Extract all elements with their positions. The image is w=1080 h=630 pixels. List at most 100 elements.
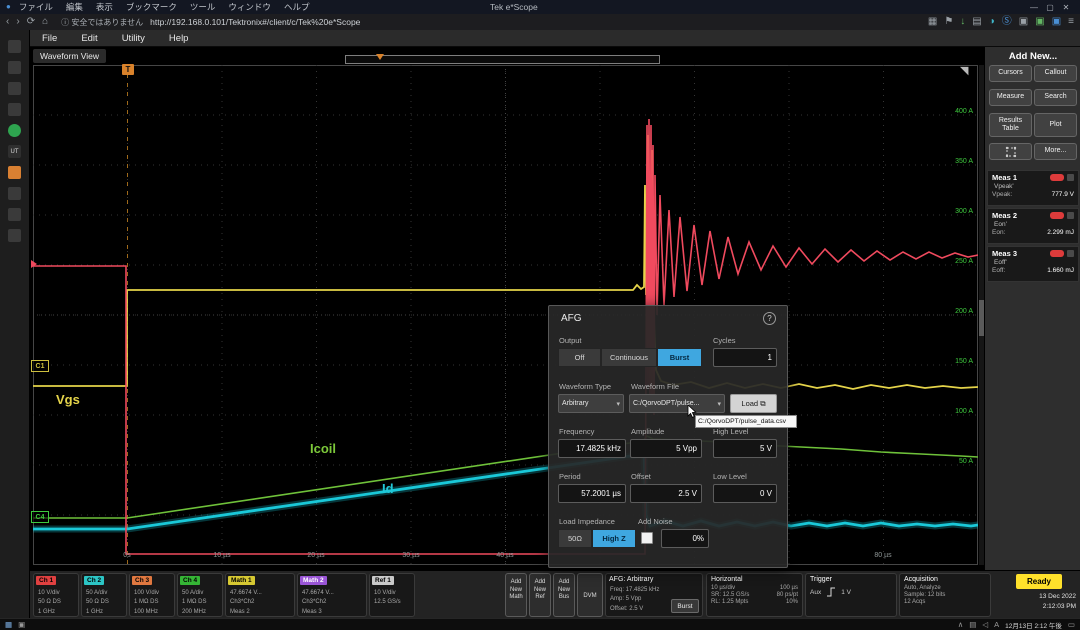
output-off-button[interactable]: Off [558,348,601,367]
scope-menu-help[interactable]: Help [169,33,189,44]
amplitude-input[interactable]: 5 Vpp [630,439,702,458]
apps-grid-icon[interactable]: ▦ [928,17,937,27]
panel-icon[interactable] [8,187,21,200]
results-table-button[interactable]: Results Table [989,113,1032,137]
afg-badge[interactable]: AFG: Arbitrary Freq: 17.4825 kHzAmp: 5 V… [605,573,703,617]
panel-icon[interactable] [8,229,21,242]
afg-burst-button[interactable]: Burst [671,599,699,613]
impedance-50ohm-button[interactable]: 50Ω [558,529,592,548]
meas3-badge[interactable]: Meas 3 Eoff' Eoff:1.660 mJ [987,246,1079,282]
math1-badge[interactable]: Math 1 47.6674 V...Ch3*Ch2Meas 2 [225,573,295,617]
meas1-badge[interactable]: Meas 1 Vpeak' Vpeak:777.9 V [987,170,1079,206]
add-noise-checkbox[interactable] [641,532,653,544]
address-bar[interactable]: http://192.168.0.101/Tektronix#/client/c… [150,17,360,27]
back-icon[interactable]: ‹ [6,17,9,27]
ch4-badge[interactable]: Ch 4 50 A/div1 MΩ DS200 MHz [177,573,223,617]
cycles-input[interactable]: 1 [713,348,777,367]
start-icon[interactable]: ▦ [5,621,12,629]
menu-edit-jp[interactable]: 編集 [66,1,83,13]
acquisition-badge[interactable]: Acquisition Auto, Analyze Sample: 12 bit… [899,573,991,617]
high-level-input[interactable]: 5 V [713,439,777,458]
scope-menu-file[interactable]: File [42,33,57,44]
panel-icon[interactable] [8,103,21,116]
meas2-badge[interactable]: Meas 2 Eon' Eon:2.299 mJ [987,208,1079,244]
impedance-highz-button[interactable]: High Z [592,529,636,548]
ch1-badge[interactable]: Ch 1 10 V/div50 Ω DS1 GHz [33,573,79,617]
volume-icon[interactable]: ◁ [982,621,988,629]
math2-badge[interactable]: Math 2 47.6674 V...Ch3*Ch2Meas 3 [297,573,367,617]
menu-bookmarks-jp[interactable]: ブックマーク [126,1,177,13]
add-new-ref-button[interactable]: Add New Ref [529,573,551,617]
taskbar-app-icon[interactable]: ▣ [18,621,25,629]
taskbar-clock[interactable]: 12月13日 2:12 午後 [1005,620,1062,630]
waveform-file-dropdown[interactable]: C:/QorvoDPT/pulse...▾ [629,394,725,413]
search-button[interactable]: Search [1034,89,1077,106]
maximize-icon[interactable]: ▢ [1042,3,1058,12]
panel-icon[interactable] [8,40,21,53]
acquisition-minimap[interactable] [345,55,660,64]
menu-help-jp[interactable]: ヘルプ [284,1,310,13]
home-icon[interactable]: ⌂ [42,17,48,27]
add-new-math-button[interactable]: Add New Math [505,573,527,617]
ch4-ground-marker[interactable]: C4 [31,511,49,523]
plot-button[interactable]: Plot [1034,113,1077,137]
ch3-badge[interactable]: Ch 3 100 V/div1 MΩ DS100 MHz [129,573,175,617]
blue-app-icon[interactable]: ▣ [1052,17,1061,27]
forward-icon[interactable]: › [16,17,19,27]
panel-icon[interactable] [8,82,21,95]
menu-tools-jp[interactable]: ツール [190,1,216,13]
cursors-button[interactable]: Cursors [989,65,1032,82]
icoil-callout-label[interactable]: Icoil [310,441,336,456]
close-icon[interactable]: ✕ [1058,3,1074,12]
scope-menu-edit[interactable]: Edit [81,33,97,44]
dvm-button[interactable]: DVM [577,573,603,617]
vgs-callout-label[interactable]: Vgs [56,392,80,407]
ref1-badge[interactable]: Ref 1 10 V/div12.5 GS/s [369,573,415,617]
refresh-icon[interactable]: ⟳ [27,17,35,27]
dotted-box-button[interactable] [989,143,1032,160]
green-app-icon[interactable]: ▣ [1035,17,1044,27]
callout-button[interactable]: Callout [1034,65,1077,82]
horizontal-badge[interactable]: Horizontal 10 µs/div100 µs SR: 12.5 GS/s… [706,573,803,617]
output-continuous-button[interactable]: Continuous [601,348,657,367]
id-callout-label[interactable]: Id [382,481,394,496]
account-icon[interactable]: Ⓢ [1002,17,1012,27]
scope-menu-utility[interactable]: Utility [122,33,145,44]
network-icon[interactable]: ▤ [969,621,976,629]
trigger-badge[interactable]: Trigger Aux 1 V [805,573,897,617]
theme-icon[interactable]: ◑ [989,17,995,27]
ch1-level-marker[interactable] [31,260,37,268]
menu-window-jp[interactable]: ウィンドウ [228,1,271,13]
tray-chevron-icon[interactable]: ∧ [958,621,964,629]
panel-icon[interactable] [8,61,21,74]
offset-input[interactable]: 2.5 V [630,484,702,503]
bookmark-flag-icon[interactable]: ⚑ [944,17,953,27]
minimap-trigger-marker[interactable] [376,54,384,60]
measure-button[interactable]: Measure [989,89,1032,106]
ch1-ground-marker[interactable]: C1 [31,360,49,372]
capture-icon[interactable]: ▣ [1019,17,1028,27]
waveform-type-dropdown[interactable]: Arbitrary▾ [558,394,624,413]
waveform-view-tab[interactable]: Waveform View [33,49,106,63]
graticule-canvas[interactable] [33,65,978,565]
load-button[interactable]: Load ⧉ [730,394,777,413]
ut-panel-icon[interactable]: UT [8,145,21,158]
menu-file-jp[interactable]: ファイル [19,1,53,13]
green-app-panel-icon[interactable] [8,124,21,137]
add-new-bus-button[interactable]: Add New Bus [553,573,575,617]
trigger-position-flag[interactable]: T [122,64,134,75]
browser-menu-icon[interactable]: ≡ [1068,17,1074,27]
output-burst-button[interactable]: Burst [657,348,702,367]
extensions-icon[interactable]: ▤ [972,17,981,27]
orange-panel-icon[interactable] [8,166,21,179]
noise-percent-input[interactable]: 0% [661,529,709,548]
frequency-input[interactable]: 17.4825 kHz [558,439,626,458]
ime-icon[interactable]: A [994,621,999,629]
panel-icon[interactable] [8,208,21,221]
menu-view-jp[interactable]: 表示 [96,1,113,13]
help-icon[interactable]: ? [763,312,776,325]
minimize-icon[interactable]: — [1026,3,1042,12]
notification-icon[interactable]: ▭ [1068,621,1075,629]
more-button[interactable]: More... [1034,143,1077,160]
low-level-input[interactable]: 0 V [713,484,777,503]
